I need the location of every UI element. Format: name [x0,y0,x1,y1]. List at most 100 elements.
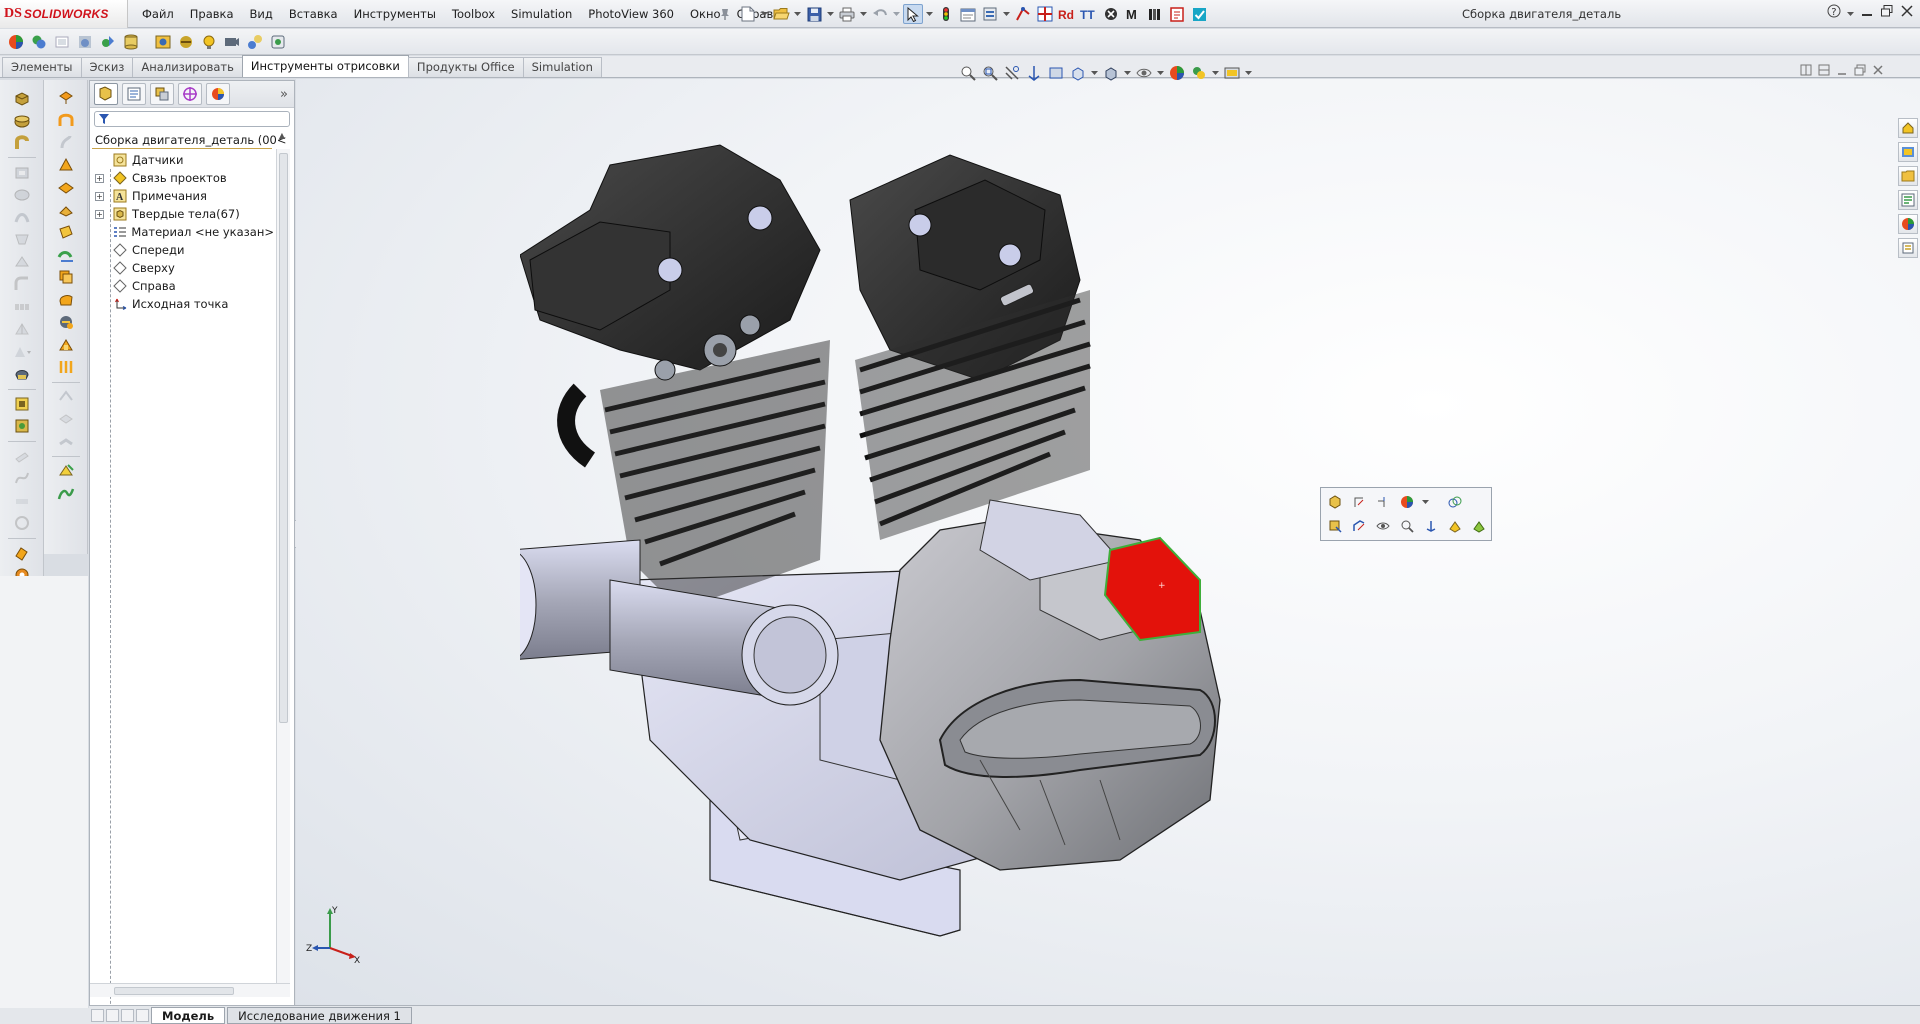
color-face-icon[interactable] [1469,516,1489,536]
database-icon[interactable] [121,32,141,52]
options-icon[interactable] [980,4,1000,24]
undo-icon[interactable] [870,4,890,24]
minimize-icon[interactable] [1860,4,1874,21]
tree-item-annotations[interactable]: + A Примечания [90,187,274,205]
revolve-cut-icon[interactable] [11,183,33,206]
revolve-boss-icon[interactable] [11,109,33,132]
help-icon[interactable]: ? [1827,4,1841,21]
solidworks-logo[interactable]: DS SOLIDWORKS [0,0,128,28]
chevron-down-icon[interactable] [1244,63,1253,83]
decal-icon[interactable] [29,32,49,52]
zoom-to-area-icon[interactable] [980,63,1000,83]
scroll-up-arrow-icon[interactable]: ▲ [276,131,288,145]
chevron-down-icon[interactable] [859,4,868,24]
menu-simulation[interactable]: Simulation [503,0,580,28]
sheet-icon[interactable] [52,32,72,52]
tree-root-part[interactable]: Сборка двигателя_деталь (00< [92,131,287,149]
hide-show-items-icon[interactable] [1134,63,1154,83]
routing-icon[interactable] [1013,4,1033,24]
sketch-on-face-icon[interactable] [1445,492,1465,512]
tile-vertical-icon[interactable] [1818,64,1830,79]
delete-face-icon[interactable] [55,460,77,483]
chevron-down-icon[interactable] [1847,6,1854,19]
chevron-down-icon[interactable] [1090,63,1099,83]
zoom-to-selection-icon[interactable] [1397,516,1417,536]
chevron-down-icon[interactable] [793,4,802,24]
view-palette-icon[interactable] [1898,190,1918,210]
menu-insert[interactable]: Вставка [281,0,346,28]
tree-item-top-plane[interactable]: Сверху [90,259,274,277]
swept-surface-icon[interactable] [55,131,77,154]
extrude-cut-icon[interactable] [11,161,33,184]
doc-restore-icon[interactable] [1854,64,1866,79]
pdf-icon[interactable] [1167,4,1187,24]
appearance-menu-icon[interactable] [1397,492,1417,512]
instant3d-icon[interactable] [11,490,33,513]
boundary-cut-icon[interactable] [11,251,33,274]
tree-item-material[interactable]: Материал <не указан> [90,223,274,241]
tree-item-origin[interactable]: Исходная точка [90,295,274,313]
chevron-down-icon[interactable] [1156,63,1165,83]
display-manager-tab-icon[interactable] [206,83,230,105]
new-document-icon[interactable] [738,4,758,24]
wrap-icon[interactable] [11,393,33,416]
expand-plus-icon[interactable]: + [95,192,104,201]
tab-office-products[interactable]: Продукты Office [407,57,524,77]
appearances-scenes-icon[interactable] [1898,214,1918,234]
pin-menu-icon[interactable] [718,7,732,21]
tab-motion-study[interactable]: Исследование движения 1 [227,1006,412,1024]
section-view-icon[interactable] [1024,63,1044,83]
menu-edit[interactable]: Правка [182,0,242,28]
tile-horizontal-icon[interactable] [1800,64,1812,79]
display-style-icon[interactable] [1101,63,1121,83]
render-tools-icon[interactable] [98,32,118,52]
shell-icon[interactable] [11,363,33,386]
tab-model[interactable]: Модель [151,1006,226,1024]
menu-file[interactable]: Файл [134,0,182,28]
radiate-surface-icon[interactable] [55,289,77,312]
mid-surface-icon[interactable] [55,311,77,334]
rebuild-mate-icon[interactable] [1349,492,1369,512]
hide-icon[interactable] [1373,516,1393,536]
tab-simulation[interactable]: Simulation [522,57,602,77]
first-tab-arrow-icon[interactable] [91,1008,104,1022]
chevron-down-icon[interactable] [826,4,835,24]
solidworks-resources-icon[interactable] [1898,118,1918,138]
save-icon[interactable] [804,4,824,24]
chevron-down-icon[interactable] [892,4,901,24]
appearance-sphere-icon[interactable] [6,32,26,52]
menu-tools[interactable]: Инструменты [346,0,444,28]
curves-icon[interactable] [11,467,33,490]
grid-selection-icon[interactable] [1035,4,1055,24]
doc-minimize-icon[interactable] [1836,64,1848,79]
lofted-surface-icon[interactable] [55,154,77,177]
property-manager-tab-icon[interactable] [122,83,146,105]
tree-vertical-scrollbar[interactable] [276,149,290,989]
swept-boss-icon[interactable] [11,131,33,154]
extrude-boss-icon[interactable] [11,86,33,109]
chevron-down-icon[interactable] [760,4,769,24]
untrim-surface-icon[interactable] [55,386,77,409]
edit-part-icon[interactable] [1325,492,1345,512]
edit-appearance-icon[interactable] [176,32,196,52]
file-explorer-icon[interactable] [1898,166,1918,186]
custom-properties-icon[interactable] [1898,238,1918,258]
move-copy-bodies-icon[interactable] [11,542,33,565]
tab-render-tools[interactable]: Инструменты отрисовки [241,55,409,77]
render-settings-icon[interactable] [268,32,288,52]
filled-surface-icon[interactable] [55,199,77,222]
chevron-down-icon[interactable] [1211,63,1220,83]
check-icon[interactable] [1189,4,1209,24]
print-icon[interactable] [837,4,857,24]
close-x-tool-icon[interactable] [1101,4,1121,24]
view-orientation-icon[interactable] [1068,63,1088,83]
design-library-icon[interactable] [1898,142,1918,162]
revolved-surface-icon[interactable] [55,109,77,132]
expand-plus-icon[interactable]: + [95,174,104,183]
select-cursor-icon[interactable] [903,4,923,24]
last-tab-arrow-icon[interactable] [136,1008,149,1022]
library-icon[interactable] [1145,4,1165,24]
reference-geometry-icon[interactable] [11,445,33,468]
menu-view[interactable]: Вид [242,0,281,28]
offset-surface-icon[interactable] [55,244,77,267]
